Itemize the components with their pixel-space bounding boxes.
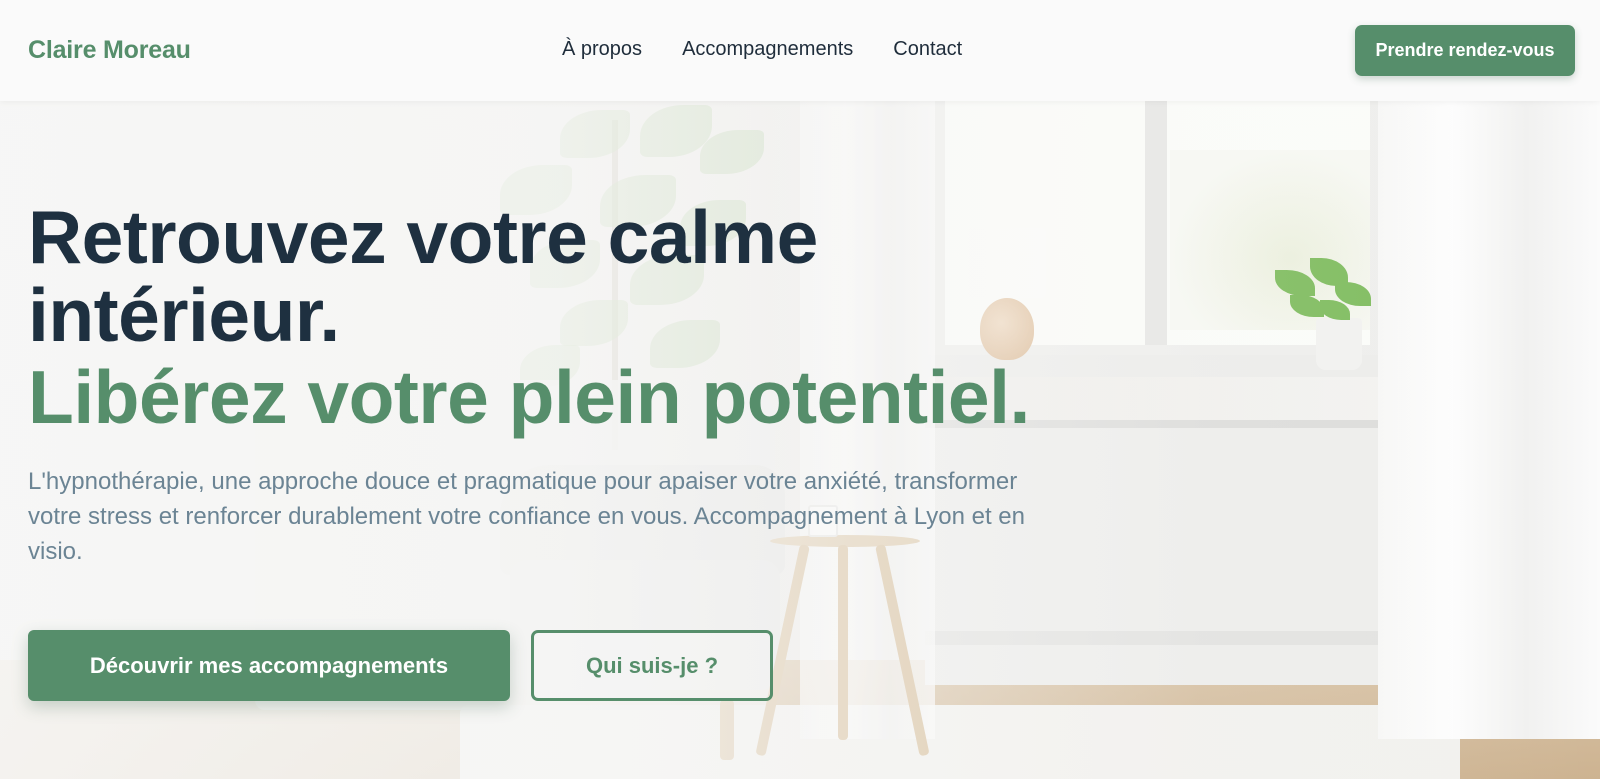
hero-accent-title: Libérez votre plein potentiel. <box>28 355 1030 439</box>
discover-services-button[interactable]: Découvrir mes accompagnements <box>28 630 510 701</box>
hero-title: Retrouvez votre calme intérieur. <box>28 195 818 357</box>
hero-actions: Découvrir mes accompagnements Qui suis-j… <box>28 630 773 701</box>
hero-section: Retrouvez votre calme intérieur. Libérez… <box>28 195 1030 701</box>
site-header: Claire Moreau À propos Accompagnements C… <box>0 0 1600 101</box>
nav-link-contact[interactable]: Contact <box>893 38 962 61</box>
nav-link-accompagnements[interactable]: Accompagnements <box>682 38 853 61</box>
nav-link-a-propos[interactable]: À propos <box>562 38 642 61</box>
hero-subtitle: L'hypnothérapie, une approche douce et p… <box>28 468 1025 565</box>
about-me-button[interactable]: Qui suis-je ? <box>531 630 773 701</box>
main-nav: À propos Accompagnements Contact <box>562 38 962 61</box>
brand-logo[interactable]: Claire Moreau <box>28 36 191 65</box>
book-appointment-button[interactable]: Prendre rendez-vous <box>1355 25 1575 76</box>
